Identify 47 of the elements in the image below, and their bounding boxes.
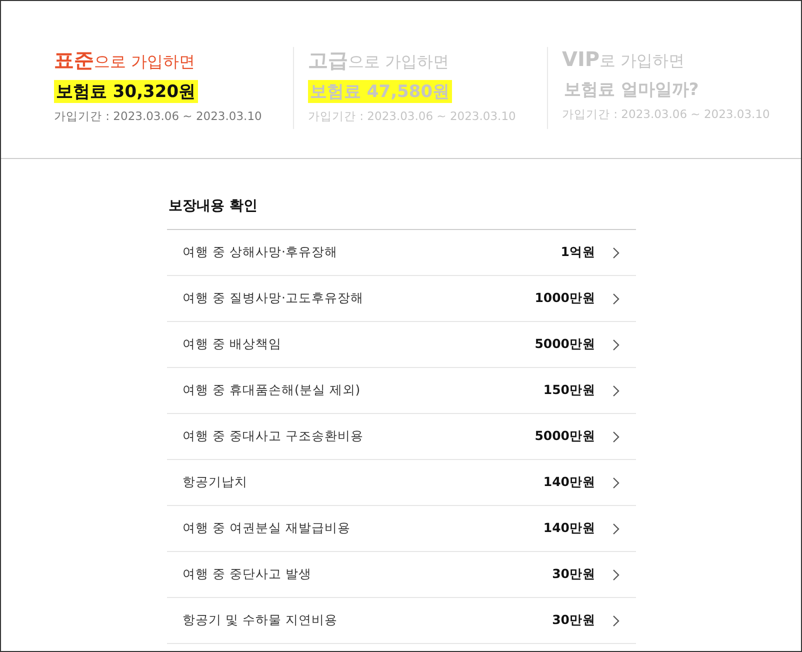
plan-option[interactable]: 표준으로 가입하면 보험료 30,320원 가입기간 : 2023.03.06 ~ 2023.03.10	[54, 47, 293, 129]
coverage-amount: 5000만원	[534, 428, 596, 445]
coverage-amount: 1억원	[560, 244, 596, 261]
chevron-right-icon	[612, 522, 620, 534]
coverage-row[interactable]: 항공기 및 수하물 지연비용 30만원	[166, 598, 636, 644]
coverage-row[interactable]: 항공기납치 140만원	[166, 460, 636, 506]
coverage-label: 여행 중 중대사고 구조송환비용	[182, 428, 364, 445]
coverage-amount: 30만원	[552, 612, 596, 629]
coverage-amount: 30만원	[552, 566, 596, 583]
chevron-right-icon	[612, 246, 620, 258]
premium-price: 보험료 얼마일까?	[563, 79, 700, 101]
chevron-right-icon	[612, 292, 620, 304]
coverage-period: 가입기간 : 2023.03.06 ~ 2023.03.10	[54, 109, 263, 124]
coverage-label: 여행 중 질병사망·고도후유장해	[182, 290, 364, 307]
coverage-label: 여행 중 중단사고 발생	[182, 566, 312, 583]
chevron-right-icon	[612, 568, 620, 580]
coverage-label: 여행 중 여권분실 재발급비용	[182, 520, 352, 537]
chevron-right-icon	[612, 384, 620, 396]
coverage-amount: 150만원	[543, 382, 596, 399]
coverage-amount: 140만원	[543, 520, 596, 537]
chevron-right-icon	[612, 430, 620, 442]
coverage-label: 항공기 및 수하물 지연비용	[182, 612, 338, 629]
plan-title: 표준으로 가입하면	[54, 47, 196, 74]
plan-title: VIP로 가입하면	[562, 47, 686, 72]
coverage-label: 여행 중 배상책임	[182, 336, 282, 353]
coverage-period: 가입기간 : 2023.03.06 ~ 2023.03.10	[308, 109, 517, 124]
chevron-right-icon	[612, 614, 620, 626]
coverage-amount: 5000만원	[534, 336, 596, 353]
coverage-row[interactable]: 여행 중 중대사고 구조송환비용 5000만원	[166, 414, 636, 460]
premium-price: 보험료 47,580원	[308, 80, 452, 103]
coverage-row[interactable]: 여행 중 여권분실 재발급비용 140만원	[166, 506, 636, 552]
coverage-label: 여행 중 휴대품손해(분실 제외)	[182, 382, 362, 399]
coverage-label: 항공기납치	[182, 474, 248, 491]
coverage-amount: 1000만원	[534, 290, 596, 307]
coverage-row[interactable]: 여행 중 중단사고 발생 30만원	[166, 552, 636, 598]
premium-price: 보험료 30,320원	[54, 80, 198, 103]
coverage-row[interactable]: 여행 중 휴대품손해(분실 제외) 150만원	[166, 368, 636, 414]
chevron-right-icon	[612, 476, 620, 488]
coverage-row[interactable]: 여행 중 배상책임 5000만원	[166, 322, 636, 368]
coverage-amount: 140만원	[543, 474, 596, 491]
chevron-right-icon	[612, 338, 620, 350]
section-title: 보장내용 확인	[166, 197, 636, 230]
coverage-period: 가입기간 : 2023.03.06 ~ 2023.03.10	[562, 107, 771, 122]
coverage-row[interactable]: 여행 중 상해사망·후유장해 1억원	[166, 230, 636, 276]
coverage-label: 여행 중 상해사망·후유장해	[182, 244, 338, 261]
coverage-row[interactable]: 여행 중 질병사망·고도후유장해 1000만원	[166, 276, 636, 322]
plan-title: 고급으로 가입하면	[308, 47, 450, 74]
